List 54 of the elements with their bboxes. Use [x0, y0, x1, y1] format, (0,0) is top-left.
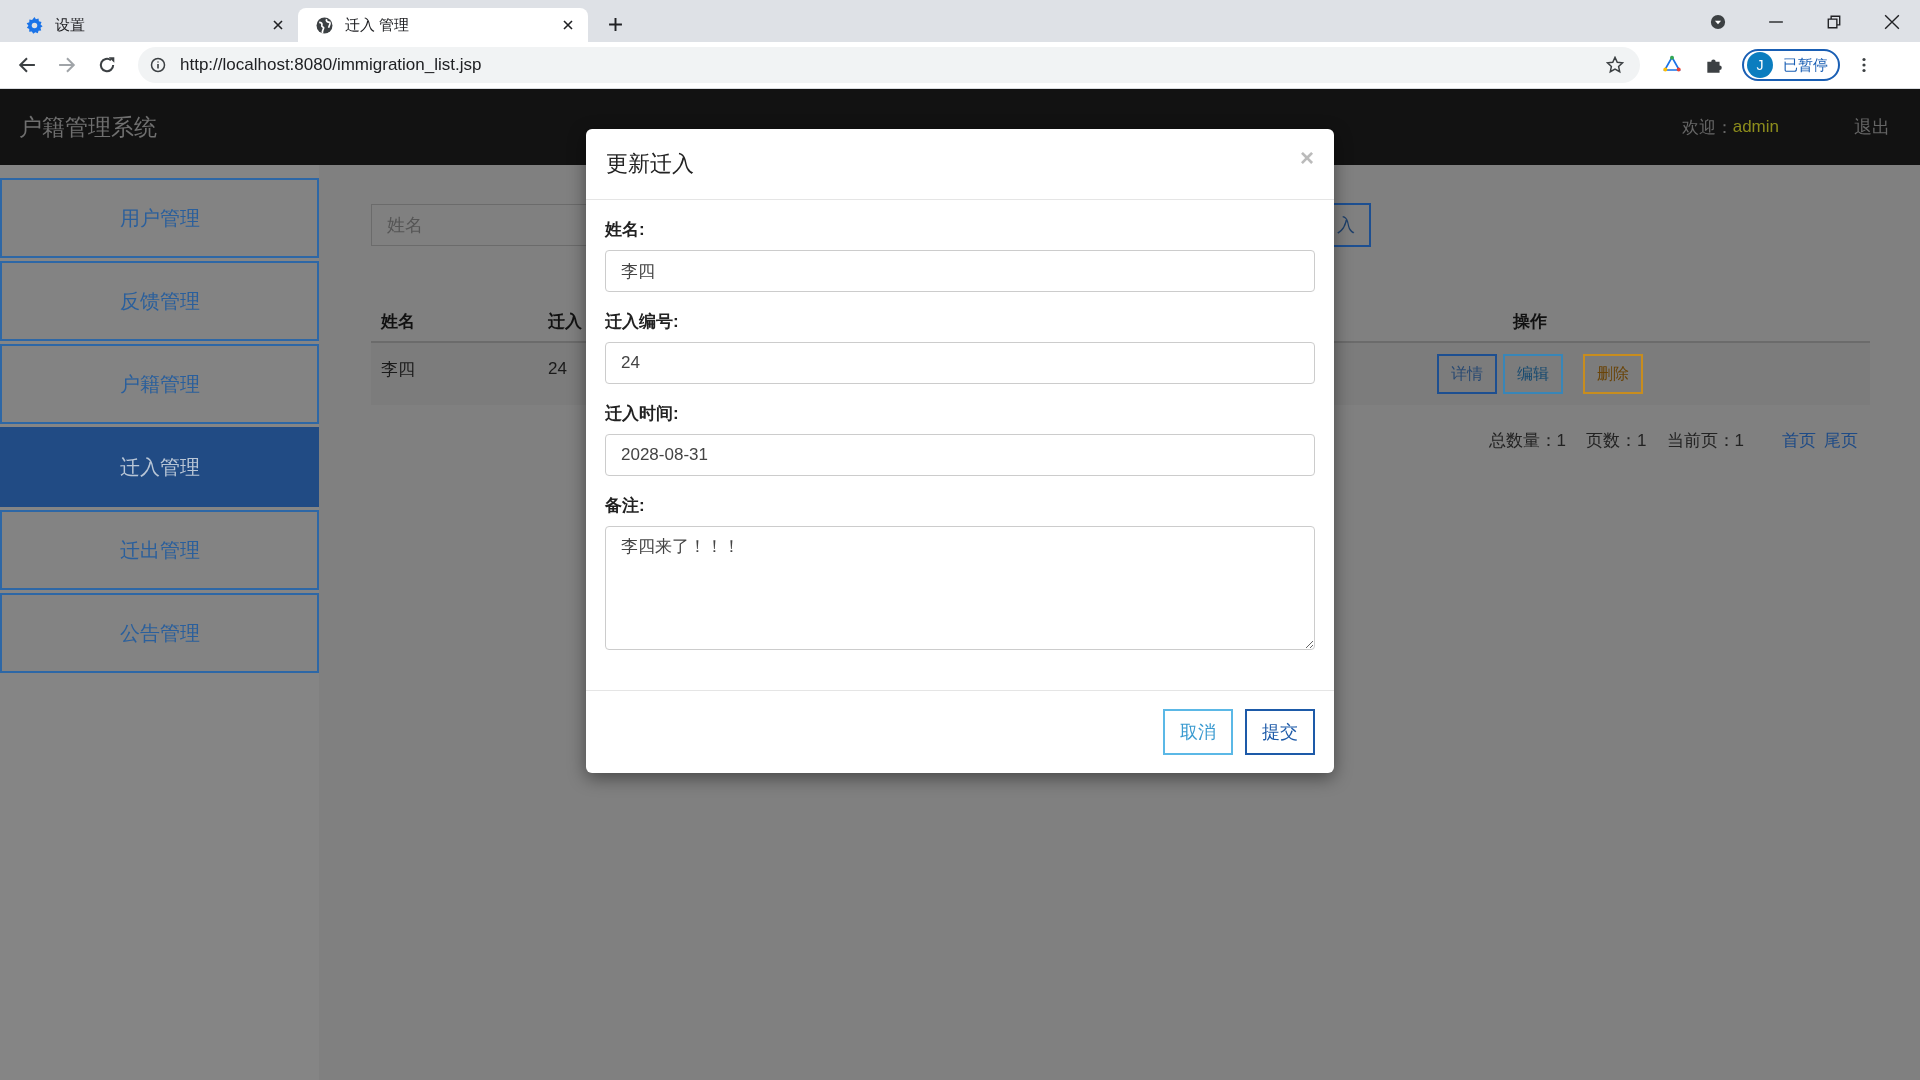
back-icon[interactable] [18, 56, 36, 74]
sidebar-item[interactable]: 公告管理 [0, 593, 319, 673]
page-link[interactable]: 首页 [1782, 429, 1816, 452]
text-area[interactable]: 李四来了！！！ [605, 526, 1315, 650]
action-button[interactable]: 编辑 [1503, 354, 1563, 394]
logout-link[interactable]: 退出 [1854, 115, 1890, 139]
avatar: J [1747, 52, 1773, 78]
close-icon[interactable] [562, 19, 574, 31]
browser-tab[interactable]: 设置 [8, 8, 298, 42]
browser-tab[interactable]: 迁入 管理 [298, 8, 588, 42]
field-label: 备注: [605, 495, 646, 517]
new-tab-icon[interactable] [608, 17, 623, 32]
field-label: 迁入时间: [605, 403, 680, 425]
field-label: 姓名: [605, 219, 646, 241]
column-header: 姓名 [379, 310, 416, 333]
profile-button[interactable]: J 已暂停 [1742, 49, 1840, 81]
page-info: 总数量：1 [1488, 430, 1567, 452]
close-icon[interactable] [1884, 14, 1900, 30]
action-button[interactable]: 详情 [1437, 354, 1497, 394]
info-icon [150, 57, 166, 73]
page-link[interactable]: 尾页 [1824, 429, 1858, 452]
table-cell: 24 [548, 359, 567, 379]
dropdown-icon[interactable] [1710, 14, 1726, 30]
sidebar-item[interactable]: 用户管理 [0, 178, 319, 258]
profile-status: 已暂停 [1783, 55, 1828, 75]
globe-icon [316, 16, 333, 34]
restore-icon[interactable] [1826, 14, 1842, 30]
cancel-button[interactable]: 取消 [1163, 709, 1233, 755]
reload-icon[interactable] [98, 56, 116, 74]
column-header: 操作 [1511, 310, 1548, 333]
close-button[interactable]: × [1300, 144, 1314, 172]
field-label: 迁入编号: [605, 311, 680, 333]
page-info: 当前页：1 [1666, 430, 1744, 452]
sidebar-item[interactable]: 迁入管理 [0, 427, 319, 507]
submit-button[interactable]: 提交 [1245, 709, 1315, 755]
menu-icon[interactable] [1862, 57, 1866, 73]
dialog-title: 更新迁入 [606, 150, 695, 178]
star-icon[interactable] [1606, 56, 1624, 74]
sidebar-item[interactable]: 迁出管理 [0, 510, 319, 590]
site-title: 户籍管理系统 [19, 112, 157, 142]
table-cell-text: 李四 [380, 358, 416, 381]
user-name: admin [1732, 117, 1779, 137]
sidebar-item[interactable]: 户籍管理 [0, 344, 319, 424]
input-field[interactable]: 2028-08-31 [605, 434, 1315, 476]
welcome-label: 欢迎： [1681, 116, 1733, 139]
address-field[interactable]: http://localhost:8080/immigration_list.jsp [138, 47, 1640, 83]
input-field[interactable]: 24 [605, 342, 1315, 384]
input-field[interactable]: 李四 [605, 250, 1315, 292]
close-icon[interactable] [272, 19, 284, 31]
sidebar-item[interactable]: 反馈管理 [0, 261, 319, 341]
page-info: 页数：1 [1586, 430, 1647, 452]
column-header: 迁入 [548, 310, 582, 333]
gear-icon [26, 16, 43, 34]
action-button[interactable]: 删除 [1583, 354, 1643, 394]
